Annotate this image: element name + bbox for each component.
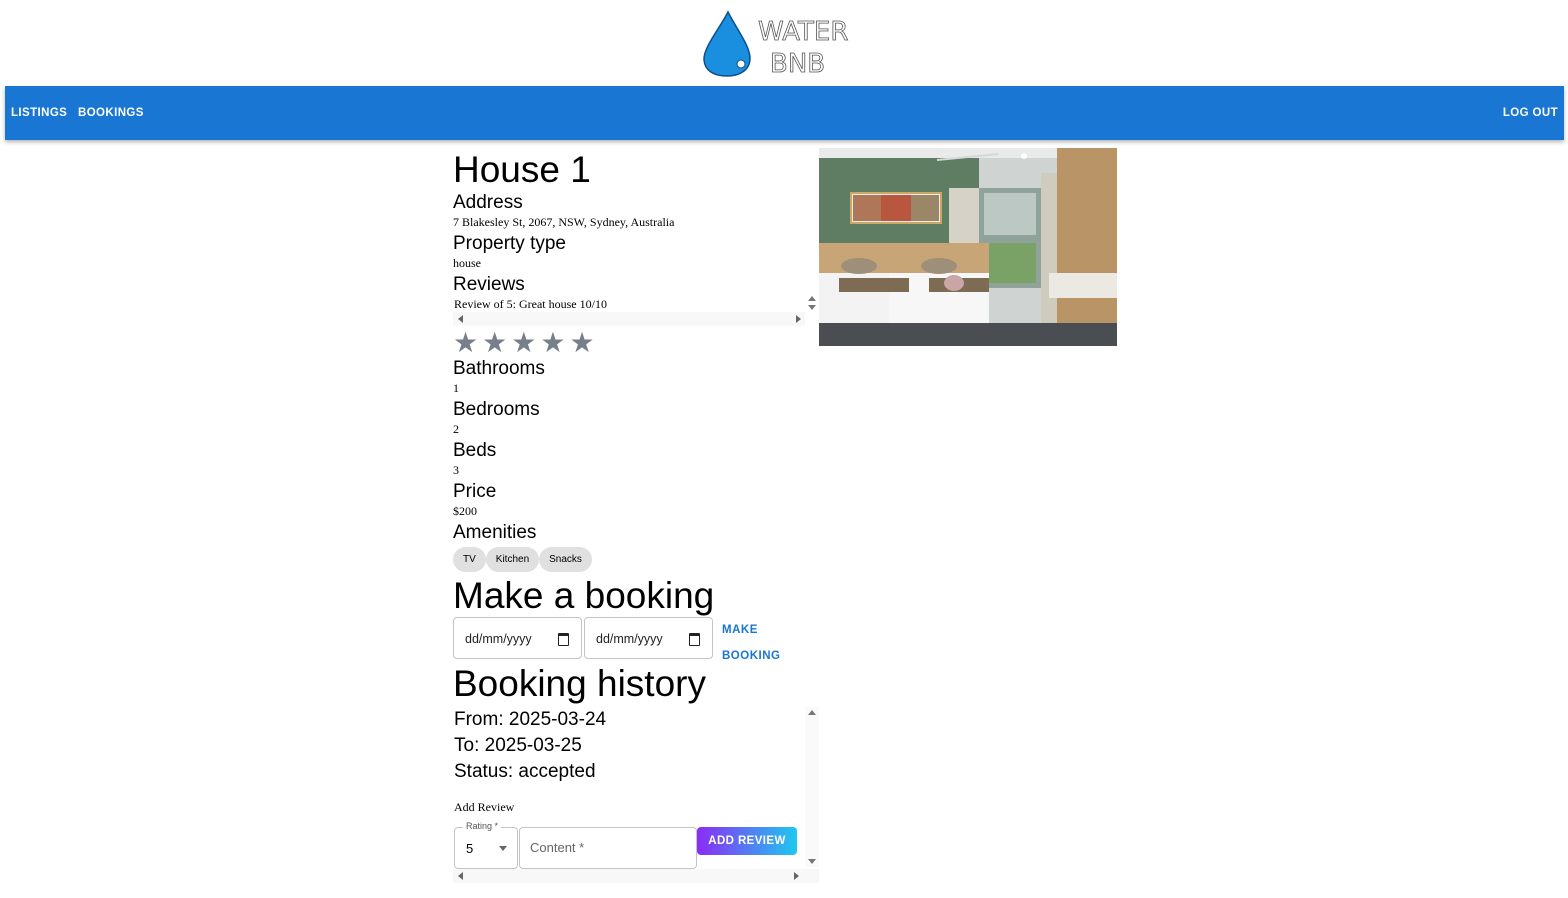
add-review-button[interactable]: ADD REVIEW (697, 827, 797, 855)
listing-photo (819, 148, 1117, 346)
star-icon: ★ (453, 327, 479, 358)
rating-label: Rating * (463, 821, 502, 831)
make-booking-heading: Make a booking (453, 575, 715, 616)
booking-history-list[interactable]: From: 2025-03-24 To: 2025-03-25 Status: … (453, 707, 819, 883)
review-content-input[interactable]: Content * (519, 827, 697, 869)
star-icon: ★ (482, 327, 508, 358)
beds-value: 3 (453, 463, 459, 477)
booking-status: Status: accepted (454, 761, 596, 782)
amenity-chip: Kitchen (485, 547, 540, 572)
review-form: Rating * 5 Content * ADD REVIEW (453, 821, 819, 873)
make-booking-button[interactable]: MAKE BOOKING (722, 617, 819, 662)
end-date-placeholder: dd/mm/yyyy (596, 632, 663, 646)
logout-button[interactable]: LOG OUT (1503, 86, 1558, 140)
waterbnb-logo: WATER BNB (700, 8, 870, 80)
booking-history-heading: Booking history (453, 663, 706, 704)
top-app-bar: LISTINGS BOOKINGS LOG OUT (5, 86, 1564, 140)
listing-title: House 1 (453, 149, 591, 190)
start-date-placeholder: dd/mm/yyyy (465, 632, 532, 646)
price-value: $200 (453, 504, 477, 518)
start-date-input[interactable]: dd/mm/yyyy (453, 617, 582, 659)
booking-to: To: 2025-03-25 (454, 735, 582, 756)
end-date-input[interactable]: dd/mm/yyyy (584, 617, 713, 659)
rating-select[interactable]: Rating * 5 (454, 821, 518, 869)
amenity-chip: Snacks (539, 547, 592, 572)
booking-from: From: 2025-03-24 (454, 709, 607, 730)
history-vertical-scrollbar[interactable] (805, 707, 819, 867)
nav-listings-button[interactable]: LISTINGS (11, 86, 67, 140)
logo-text-water: WATER (758, 17, 848, 47)
reviews-vertical-scrollbar[interactable] (805, 296, 819, 312)
bathrooms-label: Bathrooms (453, 358, 545, 379)
bedrooms-label: Bedrooms (453, 399, 540, 420)
add-review-label: Add Review (454, 800, 515, 814)
booking-form: dd/mm/yyyy dd/mm/yyyy MAKE BOOKING (453, 617, 819, 665)
nav-bookings-button[interactable]: BOOKINGS (78, 86, 144, 140)
review-item: Review of 5: Great house 10/10 (454, 297, 607, 311)
star-icon: ★ (540, 327, 566, 358)
listing-details: House 1 Address 7 Blakesley St, 2067, NS… (453, 148, 819, 883)
amenities-chips: TV Kitchen Snacks (453, 547, 819, 573)
water-drop-icon: WATER BNB (703, 10, 849, 79)
beds-label: Beds (453, 440, 497, 461)
amenities-label: Amenities (453, 522, 537, 543)
star-rating: ★ ★ ★ ★ ★ (453, 328, 819, 358)
amenity-chip: TV (453, 547, 486, 572)
reviews-label: Reviews (453, 274, 525, 295)
calendar-icon[interactable] (558, 633, 569, 646)
property-type-label: Property type (453, 233, 566, 254)
rating-value: 5 (466, 841, 474, 856)
reviews-list[interactable]: Review of 5: Great house 10/10 (453, 296, 819, 326)
history-horizontal-scrollbar[interactable] (453, 869, 819, 883)
review-content-placeholder: Content * (530, 840, 585, 855)
calendar-icon[interactable] (689, 633, 700, 646)
logo-text-bnb: BNB (770, 49, 825, 79)
bedrooms-value: 2 (453, 422, 459, 436)
bathrooms-value: 1 (453, 381, 459, 395)
star-icon: ★ (569, 327, 595, 358)
address-label: Address (453, 192, 523, 213)
address-value: 7 Blakesley St, 2067, NSW, Sydney, Austr… (453, 215, 675, 229)
price-label: Price (453, 481, 497, 502)
star-icon: ★ (511, 327, 537, 358)
reviews-horizontal-scrollbar[interactable] (453, 312, 805, 326)
property-type-value: house (453, 256, 481, 270)
caret-down-icon (499, 846, 507, 851)
